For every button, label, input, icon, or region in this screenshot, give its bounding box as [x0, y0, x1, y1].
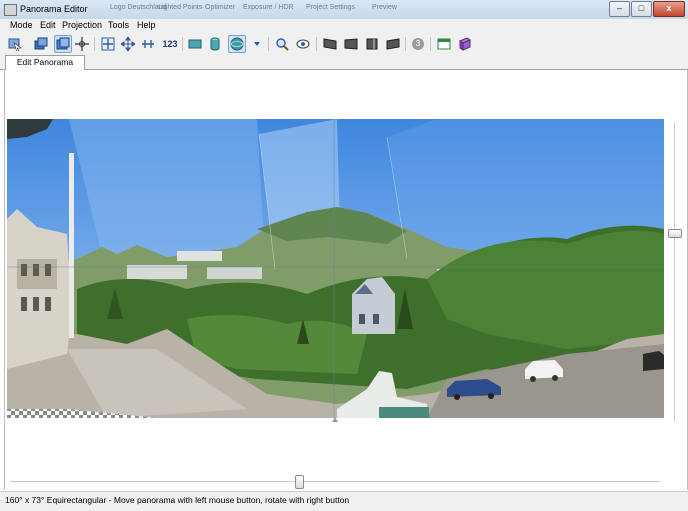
overlap-count-icon[interactable]: 3 — [410, 36, 426, 52]
menu-bar: Mode Edit Projection Tools Help — [0, 19, 688, 33]
vertical-pitch-slider-thumb[interactable] — [668, 229, 682, 238]
tab-edit-panorama[interactable]: Edit Panorama — [5, 55, 85, 70]
numeric-transform-icon[interactable]: 123 — [160, 36, 180, 52]
window-title: Panorama Editor — [20, 4, 88, 14]
background-tab: Exposure / HDR — [243, 4, 294, 11]
blend-icon-4[interactable] — [385, 36, 401, 52]
preview-icon[interactable] — [295, 36, 311, 52]
blend-icon-1[interactable] — [322, 36, 338, 52]
minimize-icon: – — [616, 3, 622, 13]
background-tab: Lighted Points — [158, 4, 203, 11]
equirectangular-icon[interactable] — [228, 35, 246, 53]
horizontal-yaw-slider-thumb[interactable] — [295, 475, 304, 489]
blend-icon-3[interactable] — [364, 36, 380, 52]
straighten-icon[interactable] — [140, 36, 156, 52]
app-icon — [4, 4, 17, 16]
separator — [182, 37, 183, 51]
background-tab: Optimizer — [205, 4, 235, 11]
close-button[interactable]: x — [653, 1, 685, 17]
maximize-button[interactable]: □ — [631, 1, 652, 17]
background-tab: Preview — [372, 4, 397, 11]
rectilinear-icon[interactable] — [187, 36, 203, 52]
layers-icon[interactable] — [33, 36, 49, 52]
projection-dropdown-icon[interactable] — [249, 36, 265, 52]
center-marker-icon — [332, 417, 338, 422]
fit-icon[interactable] — [457, 36, 473, 52]
center-icon[interactable] — [100, 36, 116, 52]
status-bar: 160° x 73° Equirectangular - Move panora… — [0, 491, 688, 511]
separator — [405, 37, 406, 51]
blend-icon-2[interactable] — [343, 36, 359, 52]
separator — [316, 37, 317, 51]
panorama-preview[interactable] — [7, 119, 664, 418]
normal-mode-icon[interactable] — [7, 36, 23, 52]
show-all-icon[interactable] — [436, 36, 452, 52]
separator — [430, 37, 431, 51]
background-tab: Project Settings — [306, 4, 356, 11]
minimize-button[interactable]: – — [609, 1, 630, 17]
overlap-count-label: 3 — [412, 38, 424, 50]
move-mode-icon[interactable] — [54, 35, 72, 53]
vertical-pitch-slider-track[interactable] — [674, 122, 675, 422]
maximize-icon: □ — [638, 3, 645, 13]
menu-edit[interactable]: Edit — [40, 20, 56, 30]
close-icon: x — [666, 3, 672, 13]
horizontal-yaw-slider-track[interactable] — [10, 481, 660, 482]
toolbar: 123 3 — [0, 33, 688, 56]
menu-help[interactable]: Help — [137, 20, 156, 30]
tab-strip: Edit Panorama — [0, 55, 688, 70]
status-text: 160° x 73° Equirectangular - Move panora… — [5, 495, 350, 505]
cylindrical-icon[interactable] — [207, 36, 223, 52]
move-panorama-icon[interactable] — [120, 36, 136, 52]
menu-tools[interactable]: Tools — [108, 20, 129, 30]
numeric-transform-label: 123 — [162, 39, 178, 49]
separator — [268, 37, 269, 51]
menu-mode[interactable]: Mode — [10, 20, 33, 30]
title-bar: Panorama Editor Logo Deutschland Lighted… — [0, 0, 688, 20]
separator — [94, 37, 95, 51]
menu-projection[interactable]: Projection — [62, 20, 102, 30]
zoom-icon[interactable] — [274, 36, 290, 52]
crop-icon[interactable] — [74, 36, 90, 52]
